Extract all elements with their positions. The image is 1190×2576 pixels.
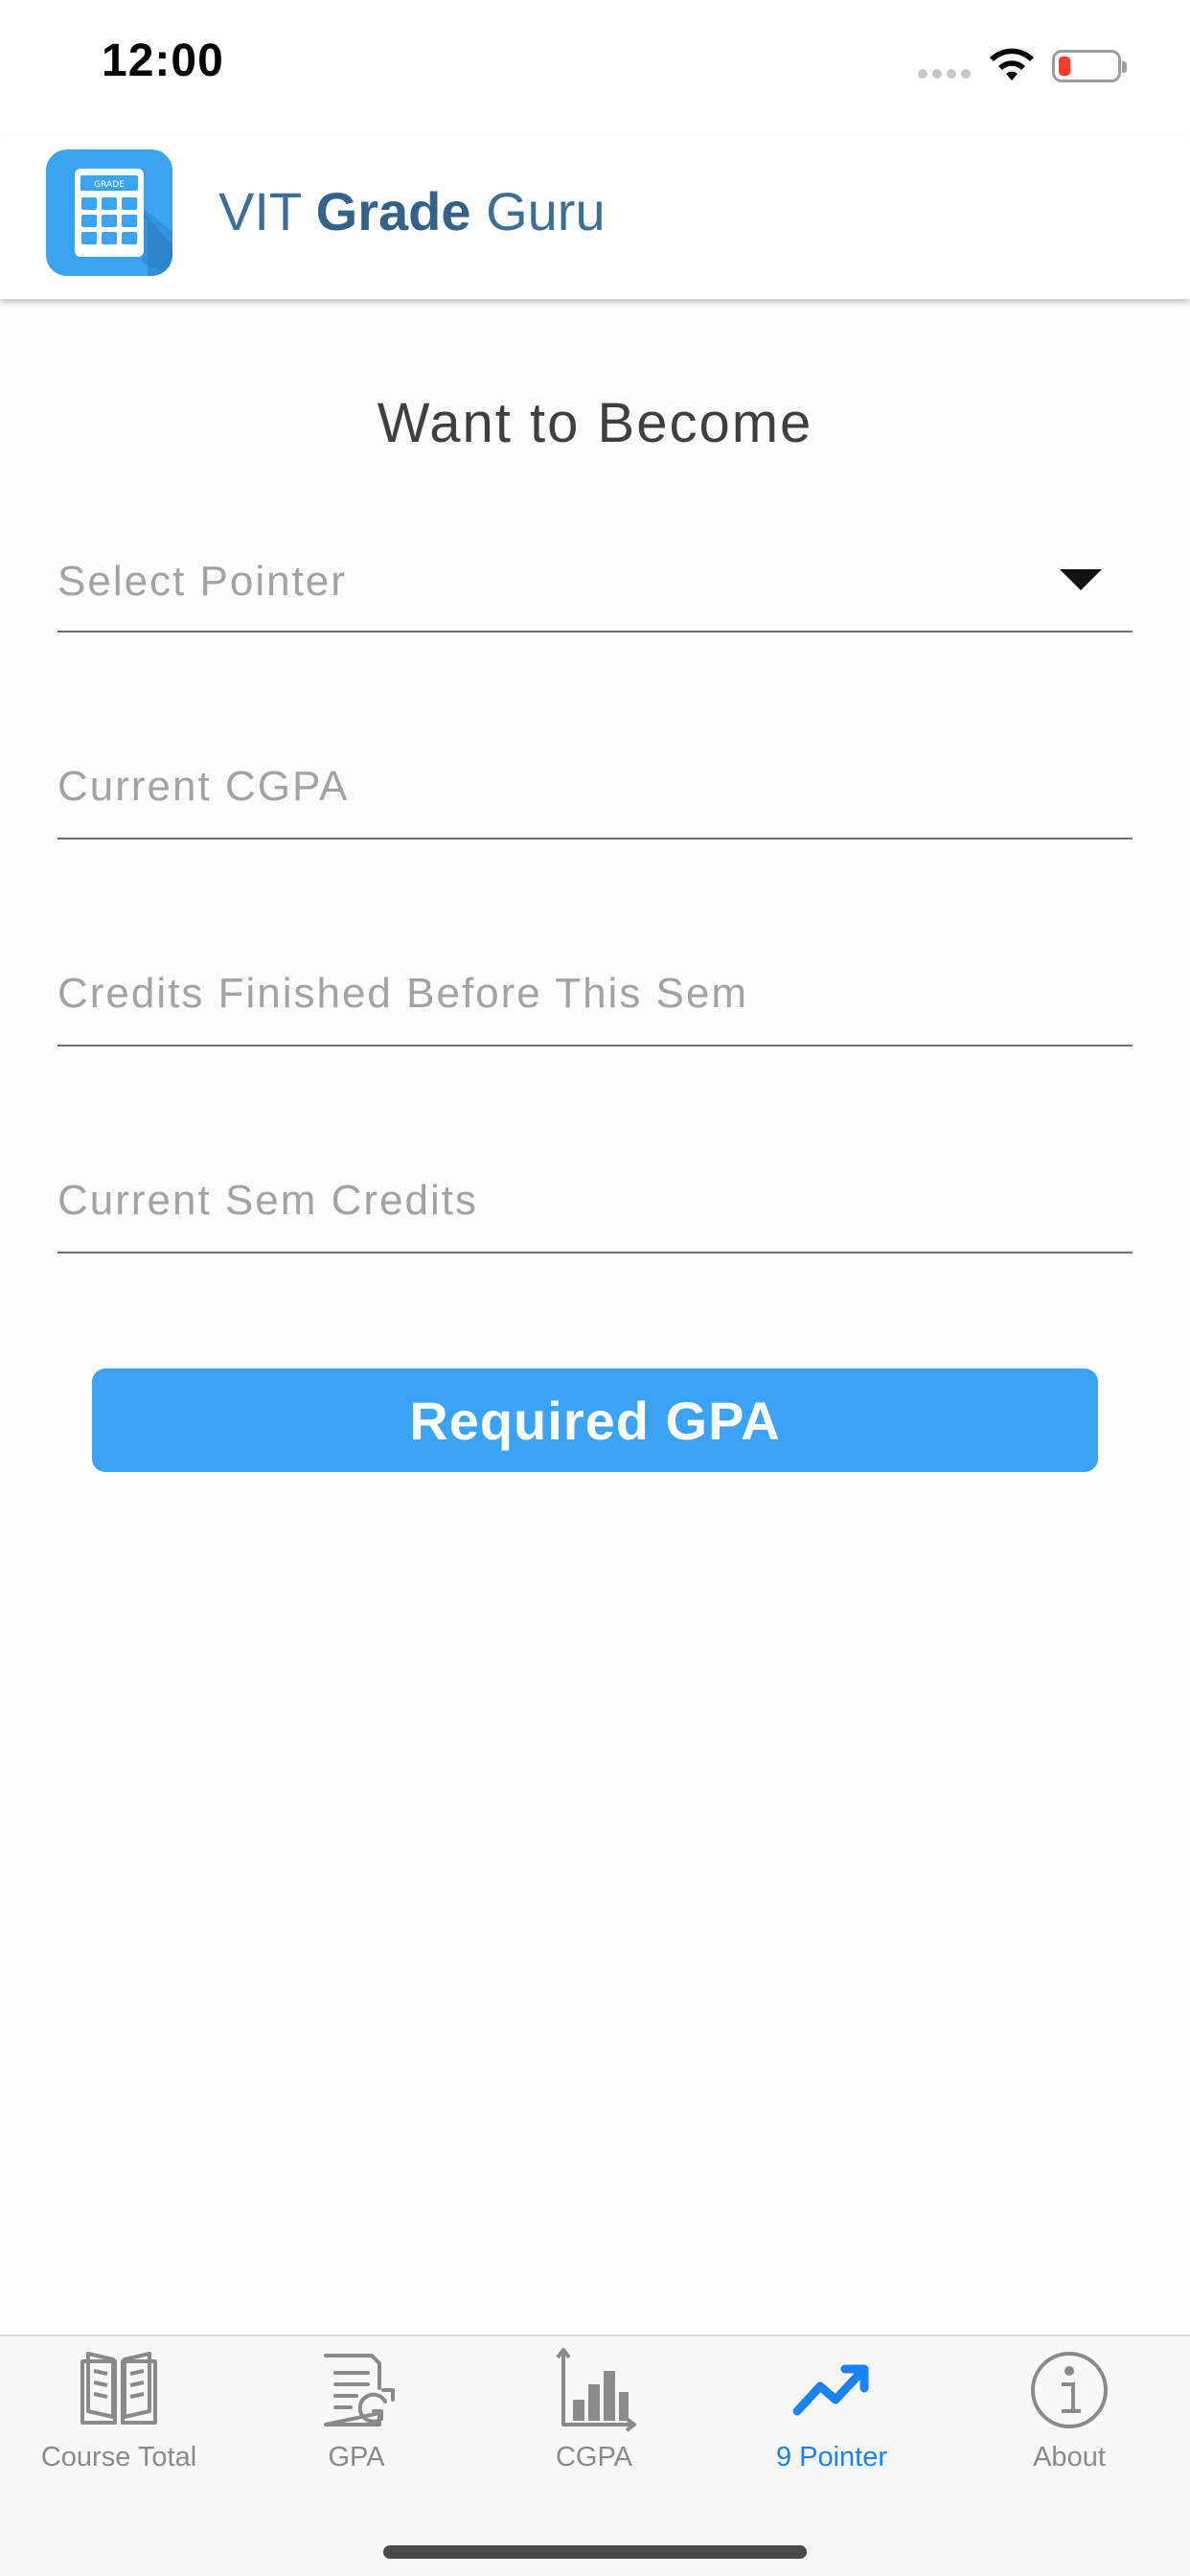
tab-bar: Course Total GPA CGPA 9 Pointer About bbox=[0, 2334, 1190, 2576]
info-icon bbox=[1031, 2352, 1108, 2428]
credits-finished-field[interactable] bbox=[57, 941, 1133, 1046]
current-cgpa-input[interactable] bbox=[57, 753, 1133, 820]
app-title-prefix: VIT bbox=[218, 181, 316, 242]
tab-cgpa[interactable]: CGPA bbox=[475, 2336, 713, 2490]
select-pointer-label: Select Pointer bbox=[57, 558, 347, 605]
tab-about[interactable]: About bbox=[950, 2336, 1188, 2490]
wifi-icon bbox=[990, 48, 1034, 80]
app-title: VIT Grade Guru bbox=[218, 180, 606, 242]
battery-level bbox=[1059, 57, 1070, 76]
current-cgpa-field[interactable] bbox=[57, 734, 1133, 840]
gpa-document-icon bbox=[324, 2354, 395, 2426]
status-time: 12:00 bbox=[102, 35, 224, 86]
tab-cgpa-label: CGPA bbox=[555, 2442, 633, 2472]
main-content: Want to Become Select Pointer Required G… bbox=[0, 299, 1190, 2334]
section-heading: Want to Become bbox=[377, 392, 813, 454]
tab-9-pointer-label: 9 Pointer bbox=[775, 2442, 888, 2472]
app-header: GRADE VIT Grade Guru bbox=[0, 134, 1190, 299]
trending-up-icon bbox=[792, 2364, 869, 2416]
tab-gpa[interactable]: GPA bbox=[238, 2336, 475, 2490]
bar-chart-icon bbox=[556, 2348, 636, 2432]
app-title-bold: Grade bbox=[315, 181, 471, 242]
app-title-suffix: Guru bbox=[470, 181, 606, 242]
app-logo: GRADE bbox=[46, 150, 172, 276]
current-sem-credits-field[interactable] bbox=[57, 1148, 1133, 1254]
tab-course-total[interactable]: Course Total bbox=[0, 2336, 238, 2490]
required-gpa-button[interactable]: Required GPA bbox=[92, 1368, 1098, 1472]
logo-text: GRADE bbox=[94, 180, 125, 190]
tab-course-total-label: Course Total bbox=[40, 2442, 197, 2472]
credits-finished-input[interactable] bbox=[57, 960, 1133, 1027]
select-pointer-dropdown[interactable]: Select Pointer bbox=[57, 527, 1133, 632]
current-sem-credits-input[interactable] bbox=[57, 1167, 1133, 1234]
tab-about-label: About bbox=[1033, 2442, 1106, 2472]
tab-9-pointer[interactable]: 9 Pointer bbox=[713, 2336, 950, 2490]
battery-icon bbox=[1052, 50, 1127, 82]
home-indicator[interactable] bbox=[383, 2545, 807, 2559]
tab-gpa-label: GPA bbox=[328, 2442, 385, 2472]
caret-down-icon bbox=[1060, 569, 1102, 590]
calculator-icon: GRADE bbox=[75, 169, 172, 276]
book-icon bbox=[80, 2352, 157, 2425]
status-bar: 12:00 bbox=[0, 0, 1190, 134]
cellular-signal-icon bbox=[918, 69, 971, 79]
